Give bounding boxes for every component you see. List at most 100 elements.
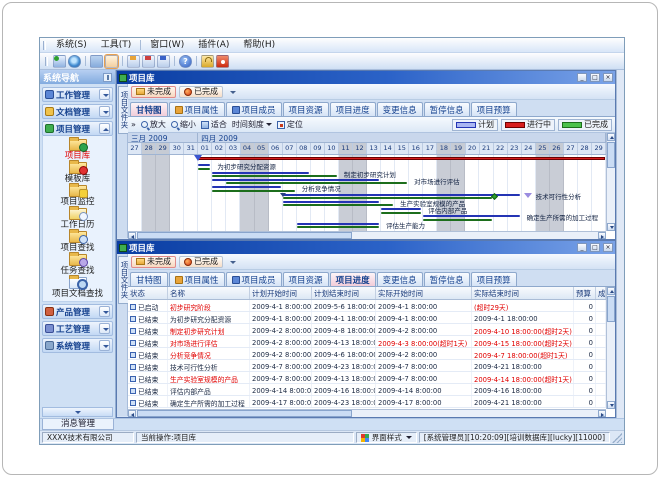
chevron-down-icon[interactable] — [99, 323, 110, 334]
sidebar-group-系统管理[interactable]: 系统管理 — [42, 338, 113, 353]
scroll-up-icon[interactable] — [607, 133, 615, 141]
gantt-plan-bar-分析竞争情况[interactable] — [212, 186, 280, 188]
help-icon[interactable] — [179, 55, 192, 68]
menu-item-1[interactable]: 系统(S) — [49, 39, 94, 52]
scroll-left-icon[interactable] — [128, 232, 136, 239]
chevron-down-icon[interactable] — [99, 89, 110, 100]
table-filter-已完成[interactable]: 已完成 — [179, 256, 223, 268]
gantt-tab-项目进度[interactable]: 项目进度 — [330, 102, 376, 116]
scroll-thumb[interactable] — [607, 296, 615, 322]
mdi-scrollbar[interactable] — [616, 70, 624, 418]
project-folder-side-tab[interactable]: 项目文件夹 — [117, 254, 128, 416]
gantt-plan-bar-技术可行性分析[interactable] — [283, 194, 520, 196]
gantt-filter-未完成[interactable]: 未完成 — [131, 86, 176, 98]
column-header-计划开始时间[interactable]: 计划开始时间 — [250, 287, 312, 299]
tab-message-management[interactable]: 消息管理 — [42, 419, 114, 430]
folder-icon[interactable] — [90, 55, 103, 68]
sidebar-item-项目监控[interactable]: 项目监控 — [43, 185, 112, 207]
sidebar-item-项目库[interactable]: 项目库 — [43, 139, 112, 161]
zoom-in-button[interactable]: 放大 — [141, 119, 166, 130]
table-tab-暂停信息[interactable]: 暂停信息 — [424, 272, 470, 286]
lock-icon[interactable] — [201, 55, 214, 68]
gantt-bar-初步研究阶段[interactable] — [198, 157, 605, 160]
close-icon[interactable]: × — [603, 73, 613, 82]
minimize-icon[interactable]: _ — [577, 73, 587, 82]
scroll-up-icon[interactable] — [607, 287, 615, 295]
computer-add-icon[interactable] — [53, 55, 66, 68]
gantt-actual-bar-评估生产能力[interactable] — [297, 226, 379, 228]
gantt-plan-bar-为初步研究分配资源[interactable] — [198, 164, 210, 166]
filters-more-button[interactable] — [228, 87, 238, 97]
sidebar-item-项目文档查找[interactable]: 项目文档查找 — [43, 277, 112, 299]
table-tab-项目进度[interactable]: 项目进度 — [330, 272, 376, 286]
gantt-tab-甘特图[interactable]: 甘特图 — [130, 102, 168, 116]
scroll-left-icon[interactable] — [128, 410, 136, 417]
zoom-out-button[interactable]: 缩小 — [171, 119, 196, 130]
menu-item-3[interactable]: 窗口(W) — [143, 39, 191, 52]
sidebar-group-文档管理[interactable]: 文档管理 — [42, 104, 113, 119]
sidebar-group-产品管理[interactable]: 产品管理 — [42, 304, 113, 319]
table-row[interactable]: 已结束确定生产所需的加工过程2009-4-17 8:00:002009-4-23… — [128, 396, 606, 408]
maximize-icon[interactable]: □ — [590, 73, 600, 82]
table-row[interactable]: 已结束对市场进行评估2009-4-2 8:00:002009-4-13 18:0… — [128, 336, 606, 348]
close-icon[interactable]: × — [603, 243, 613, 252]
gantt-filter-已完成[interactable]: 已完成 — [179, 86, 223, 98]
gantt-tab-变更信息[interactable]: 变更信息 — [377, 102, 423, 116]
gantt-actual-bar-分析竞争情况[interactable] — [212, 190, 294, 192]
gantt-vertical-scrollbar[interactable] — [606, 133, 615, 231]
chevron-down-icon[interactable] — [99, 306, 110, 317]
table-row[interactable]: 已结束为初步研究分配资源2009-4-1 8:00:002009-4-1 18:… — [128, 312, 606, 324]
table-tab-项目资源[interactable]: 项目资源 — [283, 272, 329, 286]
chevron-down-icon[interactable] — [99, 106, 110, 117]
scroll-right-icon[interactable] — [598, 410, 606, 417]
column-header-计划结束时间[interactable]: 计划结束时间 — [312, 287, 376, 299]
table-row[interactable]: 已结束技术可行性分析2009-4-7 8:00:002009-4-23 18:0… — [128, 360, 606, 372]
gantt-actual-bar-技术可行性分析[interactable] — [283, 197, 492, 199]
chevron-up-icon[interactable] — [99, 123, 110, 134]
report-doc-icon[interactable] — [157, 55, 170, 68]
table-tab-项目预算[interactable]: 项目预算 — [471, 272, 517, 286]
chart-doc-icon[interactable] — [142, 55, 155, 68]
sidebar-item-项目查找[interactable]: 项目查找 — [43, 231, 112, 253]
menu-item-5[interactable]: 帮助(H) — [236, 39, 282, 52]
table-row[interactable]: 已结束生产实验室规模的产品2009-4-7 8:00:002009-4-13 1… — [128, 372, 606, 384]
sidebar-item-任务查找[interactable]: 任务查找 — [43, 254, 112, 276]
sidebar-overflow-button[interactable] — [42, 407, 113, 417]
table-vertical-scrollbar[interactable] — [606, 287, 615, 409]
column-header-成[interactable]: 成 — [596, 287, 606, 299]
table-row[interactable]: 已启动初步研究阶段2009-4-1 8:00:002009-5-6 18:00:… — [128, 300, 606, 312]
save-icon[interactable] — [105, 55, 118, 68]
gantt-tab-项目成员[interactable]: 项目成员 — [226, 102, 282, 116]
chevron-down-icon[interactable] — [99, 340, 110, 351]
sidebar-group-工作管理[interactable]: 工作管理 — [42, 87, 113, 102]
column-header-预算[interactable]: 预算 — [574, 287, 596, 299]
fit-button[interactable]: 适合 — [201, 119, 227, 130]
scroll-thumb[interactable] — [607, 142, 615, 168]
scroll-down-icon[interactable] — [607, 223, 615, 231]
filters-more-button[interactable] — [228, 257, 238, 267]
table-tab-项目成员[interactable]: 项目成员 — [226, 272, 282, 286]
gantt-plan-bar-评估内部产品[interactable] — [381, 208, 421, 210]
table-row[interactable]: 已结束制定初步研究计划2009-4-2 8:00:002009-4-8 18:0… — [128, 324, 606, 336]
menu-item-4[interactable]: 插件(A) — [191, 39, 236, 52]
table-tab-项目属性[interactable]: 项目属性 — [169, 272, 225, 286]
gantt-plan-bar-制定初步研究计划[interactable] — [212, 172, 308, 174]
table-filter-未完成[interactable]: 未完成 — [131, 256, 176, 268]
pin-icon[interactable] — [103, 73, 112, 82]
gantt-plan-bar-对市场进行评估[interactable] — [212, 179, 379, 181]
sidebar-item-工作日历[interactable]: 工作日历 — [43, 208, 112, 230]
table-horizontal-scrollbar[interactable] — [128, 409, 606, 417]
menu-item-2[interactable]: 工具(T) — [94, 39, 139, 52]
scroll-right-icon[interactable] — [598, 232, 606, 239]
gantt-actual-bar-为初步研究分配资源[interactable] — [198, 168, 210, 170]
gantt-tab-暂停信息[interactable]: 暂停信息 — [424, 102, 470, 116]
gantt-window-titlebar[interactable]: 项目库 _ □ × — [117, 71, 615, 84]
gantt-actual-bar-制定初步研究计划[interactable] — [212, 175, 337, 177]
gantt-plan-bar-评估生产能力[interactable] — [297, 223, 379, 225]
globe-icon[interactable] — [68, 55, 81, 68]
minimize-icon[interactable]: _ — [577, 243, 587, 252]
column-header-状态[interactable]: 状态 — [128, 287, 168, 299]
time-scale-button[interactable]: 时间刻度 — [232, 119, 272, 130]
gantt-tab-项目属性[interactable]: 项目属性 — [169, 102, 225, 116]
gantt-body[interactable]: 为初步研究分配资源制定初步研究计划对市场进行评估分析竞争情况技术可行性分析生产实… — [128, 155, 606, 231]
